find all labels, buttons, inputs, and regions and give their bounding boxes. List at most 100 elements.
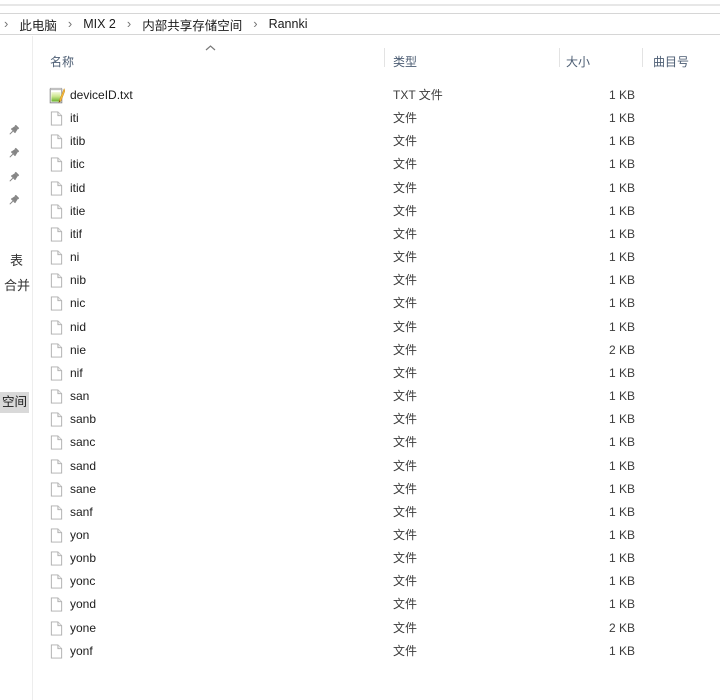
column-divider[interactable]	[384, 48, 385, 67]
file-size: 1 KB	[513, 455, 635, 478]
file-type: 文件	[393, 478, 417, 501]
file-type: 文件	[393, 455, 417, 478]
column-divider[interactable]	[642, 48, 643, 67]
file-row[interactable]: nie 文件 2 KB	[33, 339, 720, 362]
file-type: 文件	[393, 524, 417, 547]
file-row[interactable]: yonf 文件 1 KB	[33, 640, 720, 663]
file-row[interactable]: yond 文件 1 KB	[33, 593, 720, 616]
file-size: 1 KB	[513, 547, 635, 570]
generic-file-icon	[49, 481, 65, 497]
pushpin-icon[interactable]	[7, 124, 20, 137]
file-row[interactable]: nib 文件 1 KB	[33, 269, 720, 292]
pushpin-icon[interactable]	[7, 194, 20, 207]
file-row[interactable]: yon 文件 1 KB	[33, 524, 720, 547]
file-name: nie	[70, 339, 86, 362]
file-row[interactable]: iti 文件 1 KB	[33, 107, 720, 130]
file-row[interactable]: itie 文件 1 KB	[33, 200, 720, 223]
pushpin-icon[interactable]	[7, 147, 20, 160]
generic-file-icon	[49, 411, 65, 427]
column-divider[interactable]	[559, 48, 560, 67]
file-name: yonc	[70, 570, 95, 593]
file-row[interactable]: nic 文件 1 KB	[33, 292, 720, 315]
breadcrumb-chevron-icon[interactable]: ›	[253, 14, 257, 34]
file-size: 1 KB	[513, 153, 635, 176]
file-type: 文件	[393, 269, 417, 292]
file-row[interactable]: deviceID.txt TXT 文件 1 KB	[33, 84, 720, 107]
file-type: 文件	[393, 570, 417, 593]
file-row[interactable]: nid 文件 1 KB	[33, 316, 720, 339]
breadcrumb-item[interactable]: 内部共享存储空间	[142, 15, 242, 34]
file-size: 1 KB	[513, 362, 635, 385]
file-size: 2 KB	[513, 339, 635, 362]
breadcrumb-item[interactable]: 此电脑	[19, 15, 57, 34]
sidebar-item-selected[interactable]: 空间	[0, 392, 29, 413]
file-type: 文件	[393, 593, 417, 616]
column-header-track-number[interactable]: 曲目号	[653, 53, 689, 70]
file-row[interactable]: sanf 文件 1 KB	[33, 501, 720, 524]
file-type: 文件	[393, 153, 417, 176]
breadcrumb-chevron-icon[interactable]: ›	[127, 14, 131, 34]
generic-file-icon	[49, 527, 65, 543]
sidebar-item-partial[interactable]: 合并	[4, 275, 30, 294]
file-type: 文件	[393, 200, 417, 223]
file-type: 文件	[393, 640, 417, 663]
generic-file-icon	[49, 504, 65, 520]
file-type: TXT 文件	[393, 84, 443, 107]
address-bar[interactable]: › 此电脑 › MIX 2 › 内部共享存储空间 › Rannki	[0, 13, 720, 35]
file-name: san	[70, 385, 89, 408]
file-name: yonf	[70, 640, 93, 663]
toolbar-divider	[0, 4, 720, 6]
file-name: yone	[70, 617, 96, 640]
file-name: sanf	[70, 501, 93, 524]
file-row[interactable]: itif 文件 1 KB	[33, 223, 720, 246]
sort-ascending-icon[interactable]	[205, 45, 216, 51]
file-name: nib	[70, 269, 86, 292]
file-row[interactable]: sanb 文件 1 KB	[33, 408, 720, 431]
column-header-type[interactable]: 类型	[393, 53, 417, 70]
file-size: 1 KB	[513, 223, 635, 246]
file-row[interactable]: itid 文件 1 KB	[33, 177, 720, 200]
file-row[interactable]: san 文件 1 KB	[33, 385, 720, 408]
generic-file-icon	[49, 133, 65, 149]
file-row[interactable]: sane 文件 1 KB	[33, 478, 720, 501]
file-name: nif	[70, 362, 83, 385]
file-type: 文件	[393, 177, 417, 200]
file-row[interactable]: yonc 文件 1 KB	[33, 570, 720, 593]
generic-file-icon	[49, 272, 65, 288]
file-type: 文件	[393, 107, 417, 130]
file-row[interactable]: itib 文件 1 KB	[33, 130, 720, 153]
file-size: 1 KB	[513, 501, 635, 524]
file-size: 1 KB	[513, 200, 635, 223]
file-size: 2 KB	[513, 617, 635, 640]
breadcrumb-item[interactable]: MIX 2	[83, 17, 116, 31]
generic-file-icon	[49, 365, 65, 381]
column-header-name[interactable]: 名称	[50, 53, 74, 70]
column-header-size[interactable]: 大小	[566, 53, 590, 70]
file-row[interactable]: sanc 文件 1 KB	[33, 431, 720, 454]
pushpin-icon[interactable]	[7, 171, 20, 184]
breadcrumb-chevron-icon[interactable]: ›	[68, 14, 72, 34]
breadcrumb-item[interactable]: Rannki	[269, 17, 308, 31]
file-row[interactable]: yonb 文件 1 KB	[33, 547, 720, 570]
file-name: yonb	[70, 547, 96, 570]
file-name: deviceID.txt	[70, 84, 133, 107]
file-row[interactable]: ni 文件 1 KB	[33, 246, 720, 269]
file-type: 文件	[393, 316, 417, 339]
file-type: 文件	[393, 431, 417, 454]
generic-file-icon	[49, 434, 65, 450]
generic-file-icon	[49, 458, 65, 474]
file-row[interactable]: itic 文件 1 KB	[33, 153, 720, 176]
sidebar-item-partial[interactable]: 表	[10, 250, 23, 269]
file-type: 文件	[393, 246, 417, 269]
breadcrumb-chevron-icon[interactable]: ›	[4, 14, 8, 34]
file-row[interactable]: nif 文件 1 KB	[33, 362, 720, 385]
file-name: sane	[70, 478, 96, 501]
file-row[interactable]: sand 文件 1 KB	[33, 455, 720, 478]
generic-file-icon	[49, 620, 65, 636]
file-size: 1 KB	[513, 593, 635, 616]
file-name: sand	[70, 455, 96, 478]
file-name: itic	[70, 153, 85, 176]
file-row[interactable]: yone 文件 2 KB	[33, 617, 720, 640]
navigation-pane[interactable]: 表 合并 空间	[0, 36, 31, 700]
file-name: ni	[70, 246, 79, 269]
